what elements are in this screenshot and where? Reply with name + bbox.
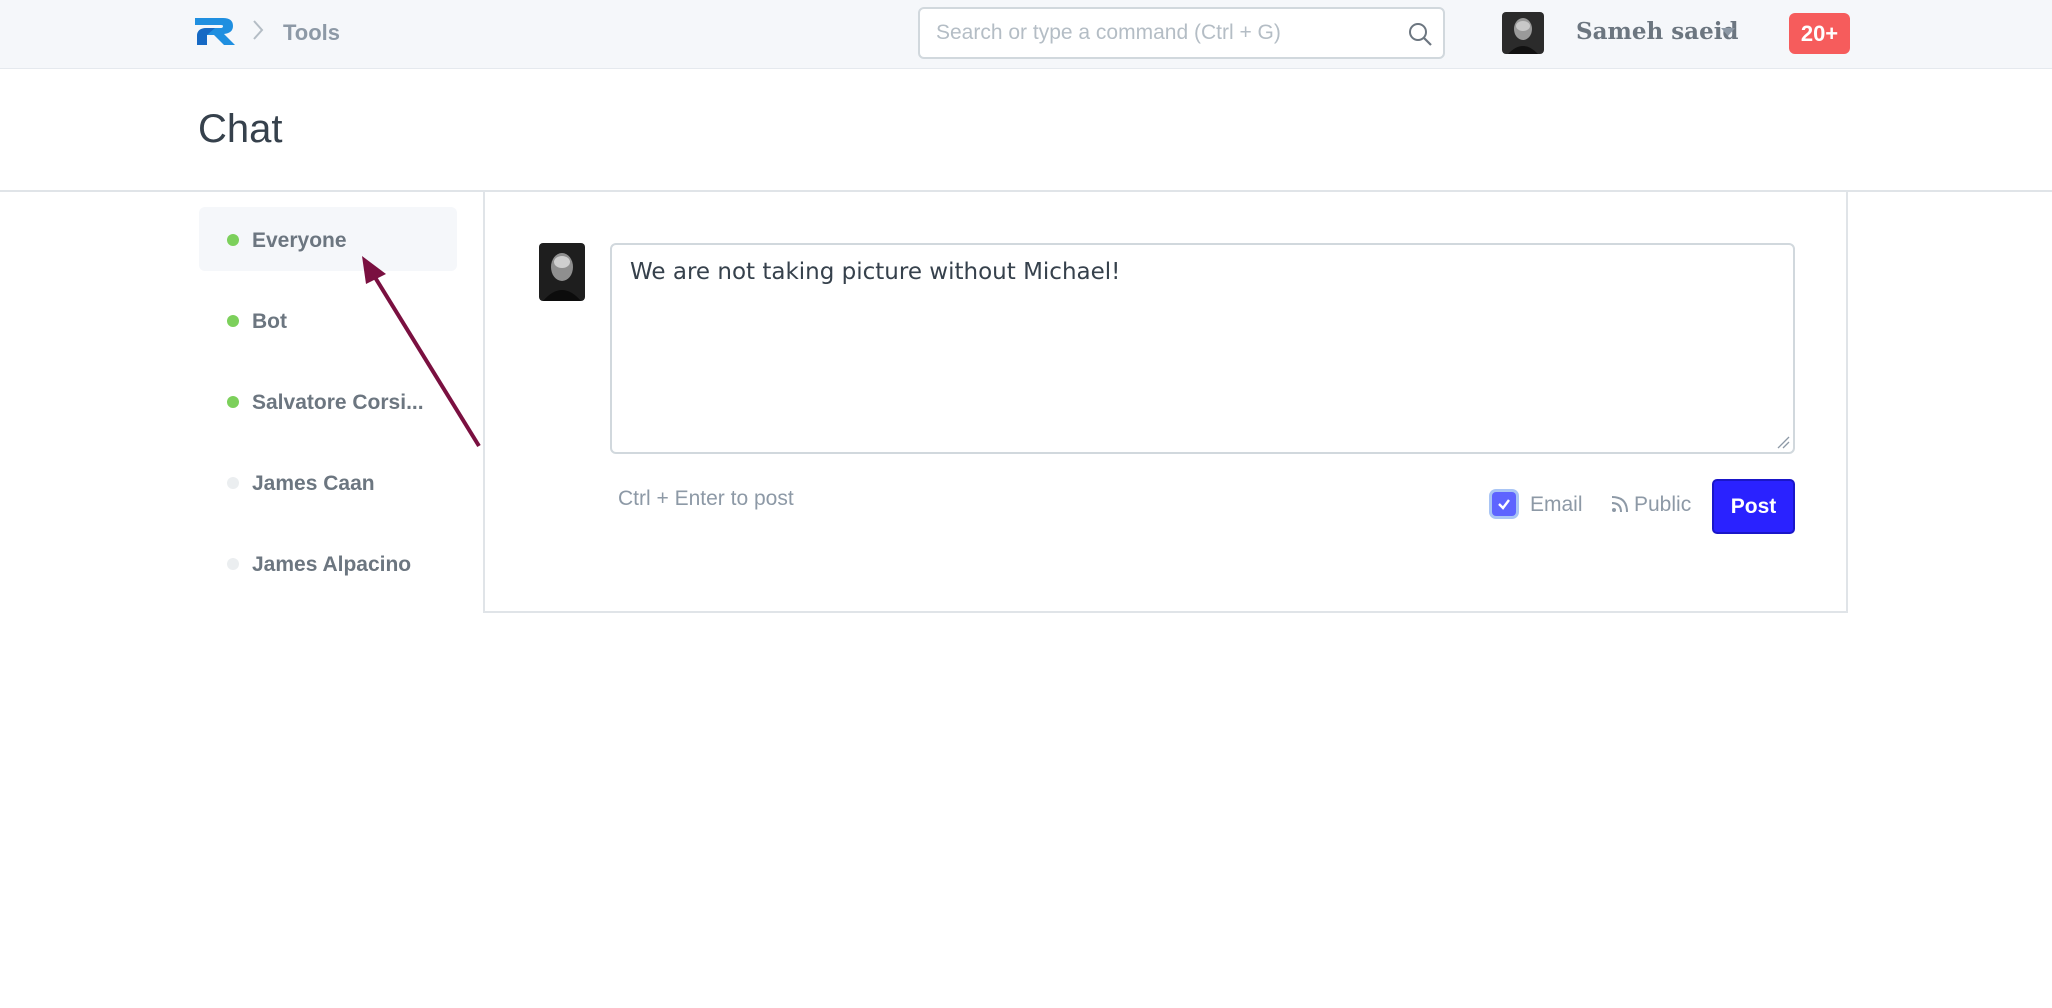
- caret-down-icon[interactable]: [1721, 28, 1735, 36]
- chat-main-panel: We are not taking picture without Michae…: [483, 192, 1848, 613]
- page-head: Chat: [0, 69, 2052, 192]
- status-dot: [227, 396, 239, 408]
- sidebar-item-label: Bot: [252, 310, 287, 333]
- status-dot: [227, 477, 239, 489]
- status-dot: [227, 558, 239, 570]
- chevron-right-icon: [253, 20, 264, 40]
- search-input[interactable]: [936, 17, 1396, 49]
- search-bar[interactable]: [918, 7, 1445, 59]
- composer-avatar: [539, 243, 585, 301]
- email-label[interactable]: Email: [1530, 493, 1583, 517]
- resize-handle-icon[interactable]: [1776, 435, 1790, 449]
- sidebar-item-label: James Caan: [252, 472, 375, 495]
- status-dot: [227, 315, 239, 327]
- user-name-menu[interactable]: Sameh saeid: [1576, 18, 1739, 45]
- app-logo-icon[interactable]: [193, 14, 237, 46]
- post-button[interactable]: Post: [1712, 479, 1795, 534]
- top-navbar: Tools Sameh saeid 20+: [0, 0, 2052, 69]
- breadcrumb-tools[interactable]: Tools: [283, 20, 340, 46]
- email-checkbox[interactable]: [1492, 492, 1516, 516]
- sidebar-item-james-alpacino[interactable]: James Alpacino: [199, 531, 457, 595]
- status-dot: [227, 234, 239, 246]
- sidebar-item-label: Everyone: [252, 229, 347, 252]
- post-shortcut-hint: Ctrl + Enter to post: [618, 487, 794, 510]
- message-textarea[interactable]: We are not taking picture without Michae…: [610, 243, 1795, 454]
- message-text: We are not taking picture without Michae…: [630, 259, 1121, 285]
- check-icon: [1498, 499, 1510, 510]
- user-avatar[interactable]: [1502, 12, 1544, 54]
- sidebar-item-label: James Alpacino: [252, 553, 412, 576]
- rss-icon[interactable]: [1610, 494, 1630, 514]
- search-icon[interactable]: [1407, 21, 1433, 47]
- page-title: Chat: [198, 107, 283, 151]
- public-toggle[interactable]: Public: [1634, 493, 1691, 517]
- annotation-arrow-icon: [362, 256, 481, 448]
- notifications-badge[interactable]: 20+: [1789, 13, 1850, 54]
